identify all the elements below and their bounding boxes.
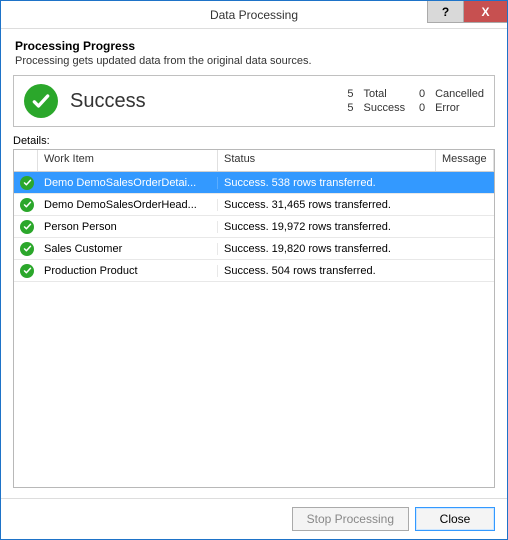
row-status: Success. 31,465 rows transferred.	[218, 199, 436, 211]
row-workitem: Production Product	[38, 265, 218, 277]
help-button[interactable]: ?	[427, 1, 463, 23]
row-status: Success. 538 rows transferred.	[218, 177, 436, 189]
error-count: 0	[415, 102, 425, 114]
overall-status: Success	[70, 90, 344, 113]
table-row[interactable]: Sales CustomerSuccess. 19,820 rows trans…	[14, 238, 494, 260]
success-icon	[20, 264, 34, 278]
total-label: Total	[364, 88, 406, 100]
dialog-window: Data Processing ? X Processing Progress …	[0, 0, 508, 540]
header-area: Processing Progress Processing gets upda…	[1, 29, 507, 75]
window-controls: ? X	[427, 1, 507, 23]
col-workitem-header[interactable]: Work Item	[38, 150, 218, 171]
col-status-header[interactable]: Status	[218, 150, 436, 171]
page-title: Processing Progress	[15, 39, 493, 53]
row-workitem: Demo DemoSalesOrderDetai...	[38, 177, 218, 189]
close-button[interactable]: Close	[415, 507, 495, 531]
cancelled-label: Cancelled	[435, 88, 484, 100]
grid-header: Work Item Status Message	[14, 150, 494, 172]
row-status: Success. 504 rows transferred.	[218, 265, 436, 277]
error-label: Error	[435, 102, 484, 114]
table-row[interactable]: Person PersonSuccess. 19,972 rows transf…	[14, 216, 494, 238]
row-workitem: Sales Customer	[38, 243, 218, 255]
total-count: 5	[344, 88, 354, 100]
success-count: 5	[344, 102, 354, 114]
table-row[interactable]: Demo DemoSalesOrderHead...Success. 31,46…	[14, 194, 494, 216]
row-workitem: Person Person	[38, 221, 218, 233]
row-status: Success. 19,820 rows transferred.	[218, 243, 436, 255]
row-workitem: Demo DemoSalesOrderHead...	[38, 199, 218, 211]
success-icon	[20, 198, 34, 212]
stop-processing-button[interactable]: Stop Processing	[292, 507, 409, 531]
row-status-icon	[14, 176, 38, 190]
cancelled-count: 0	[415, 88, 425, 100]
row-status-icon	[14, 264, 38, 278]
success-icon	[20, 176, 34, 190]
main-panel: Success 5 Total 0 Cancelled 5 Success 0 …	[1, 75, 507, 498]
footer: Stop Processing Close	[1, 498, 507, 539]
row-status-icon	[14, 198, 38, 212]
row-status: Success. 19,972 rows transferred.	[218, 221, 436, 233]
grid-body: Demo DemoSalesOrderDetai...Success. 538 …	[14, 172, 494, 487]
title-bar: Data Processing ? X	[1, 1, 507, 29]
table-row[interactable]: Production ProductSuccess. 504 rows tran…	[14, 260, 494, 282]
status-stats: 5 Total 0 Cancelled 5 Success 0 Error	[344, 88, 485, 114]
close-window-button[interactable]: X	[463, 1, 507, 23]
status-box: Success 5 Total 0 Cancelled 5 Success 0 …	[13, 75, 495, 127]
success-icon	[20, 242, 34, 256]
success-icon	[24, 84, 58, 118]
details-label: Details:	[13, 135, 495, 147]
row-status-icon	[14, 220, 38, 234]
table-row[interactable]: Demo DemoSalesOrderDetai...Success. 538 …	[14, 172, 494, 194]
details-grid: Work Item Status Message Demo DemoSalesO…	[13, 149, 495, 488]
success-label: Success	[364, 102, 406, 114]
success-icon	[20, 220, 34, 234]
page-description: Processing gets updated data from the or…	[15, 55, 493, 67]
col-icon-header[interactable]	[14, 150, 38, 171]
row-status-icon	[14, 242, 38, 256]
col-message-header[interactable]: Message	[436, 150, 494, 171]
